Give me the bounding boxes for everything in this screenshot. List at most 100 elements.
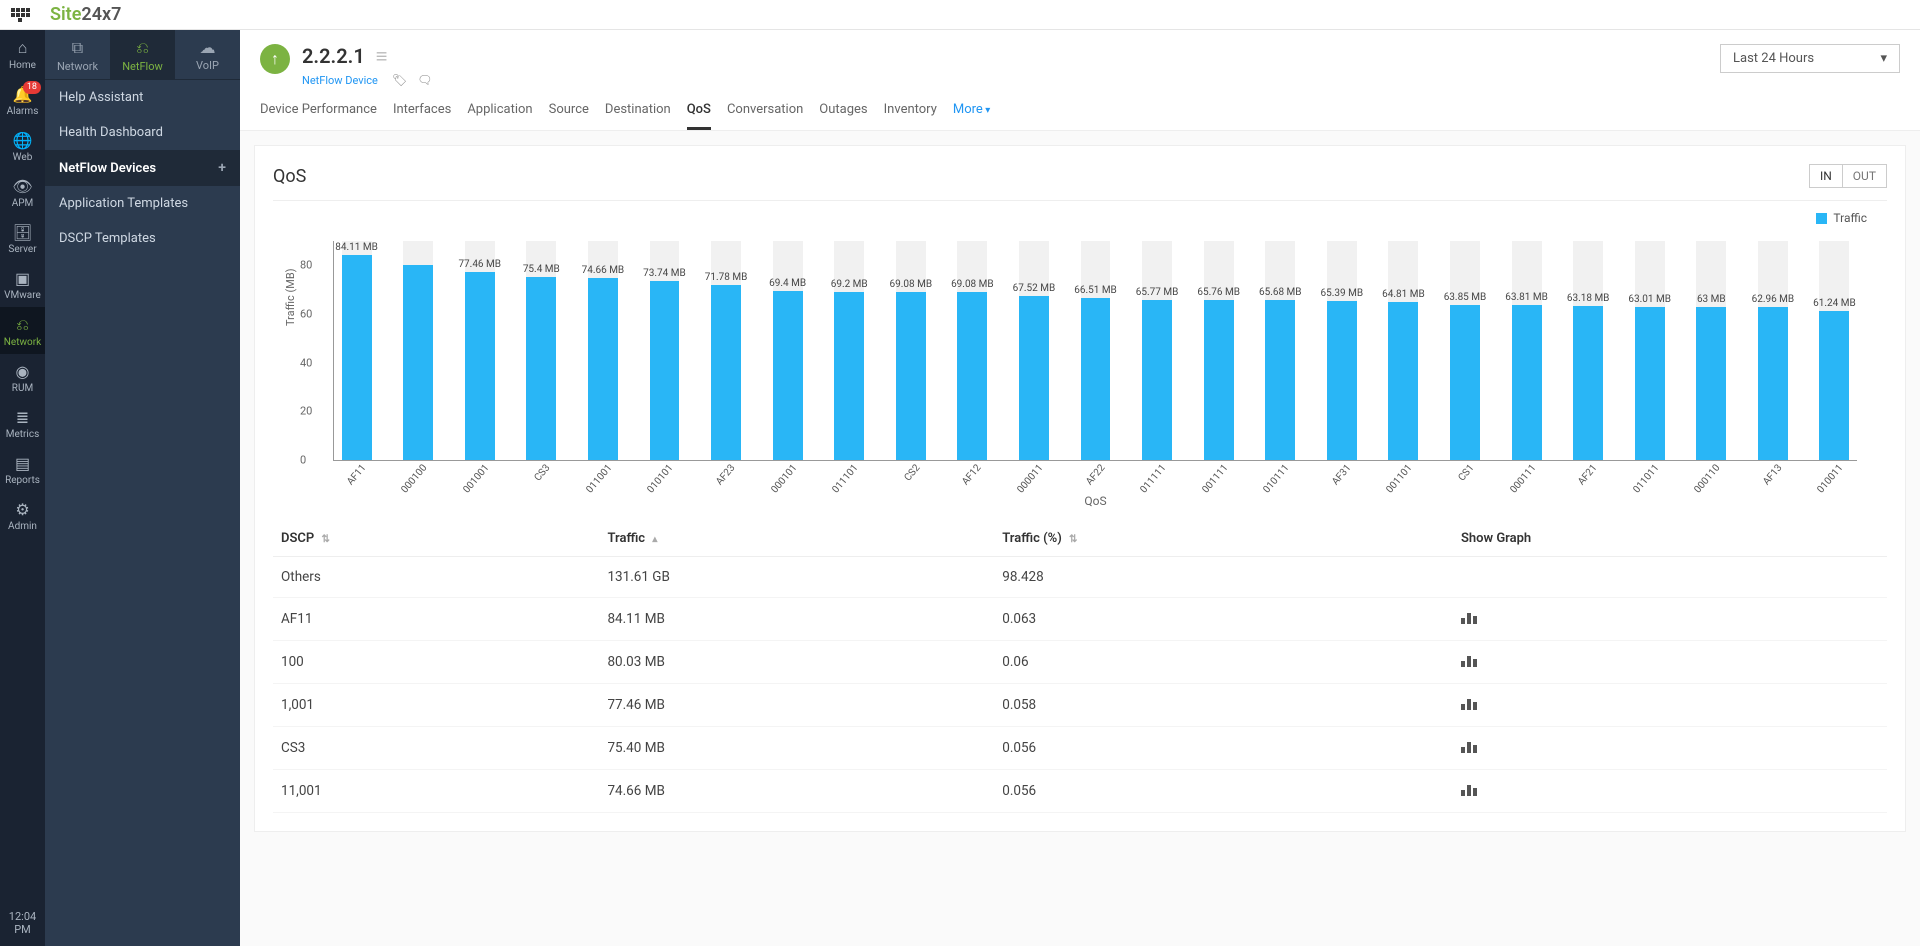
bar-AF13[interactable]: 62.96 MBAF13 (1758, 241, 1788, 460)
nav-metrics[interactable]: ≣Metrics (0, 400, 45, 446)
show-graph-icon[interactable] (1461, 610, 1477, 624)
tab-conversation[interactable]: Conversation (727, 102, 803, 130)
nav-rum[interactable]: ◉RUM (0, 354, 45, 400)
show-graph-icon[interactable] (1461, 782, 1477, 796)
rum-icon: ◉ (0, 362, 45, 381)
sidebar-tabs: ⧉Network⎌NetFlow☁VoIP (45, 30, 240, 80)
x-tick-label: 011001 (584, 463, 614, 496)
in-button[interactable]: IN (1810, 165, 1842, 187)
apps-icon[interactable] (10, 5, 30, 25)
x-tick-label: 000110 (1693, 463, 1723, 496)
table-row: CS375.40 MB0.056 (273, 727, 1887, 770)
show-graph-icon[interactable] (1461, 653, 1477, 667)
tab-qos[interactable]: QoS (687, 102, 711, 130)
tab-device-performance[interactable]: Device Performance (260, 102, 377, 130)
nav-vmware[interactable]: ▣VMware (0, 261, 45, 307)
show-graph-icon[interactable] (1461, 696, 1477, 710)
bar-AF23[interactable]: 71.78 MBAF23 (711, 241, 741, 460)
nav-network[interactable]: ⎌Network (0, 307, 45, 354)
out-button[interactable]: OUT (1842, 165, 1886, 187)
reports-icon: ▤ (0, 454, 45, 473)
menu-dscp-templates[interactable]: DSCP Templates (45, 221, 240, 256)
tab-more[interactable]: More (953, 102, 990, 130)
col-traffic[interactable]: Traffic ▴ (599, 521, 994, 557)
bar-001101[interactable]: 64.81 MB001101 (1388, 241, 1418, 460)
bar-000111[interactable]: 63.81 MB000111 (1512, 241, 1542, 460)
tab-destination[interactable]: Destination (605, 102, 671, 130)
status-up-icon[interactable]: ↑ (260, 44, 290, 74)
cell-pct: 0.063 (994, 598, 1453, 641)
bar-000110[interactable]: 63 MB000110 (1696, 241, 1726, 460)
bar-AF11[interactable]: 84.11 MBAF11 (342, 241, 372, 460)
x-tick-label: 001111 (1200, 463, 1230, 496)
table-header-row: DSCP ⇅Traffic ▴Traffic (%) ⇅Show Graph (273, 521, 1887, 557)
col-show-graph[interactable]: Show Graph (1453, 521, 1887, 557)
menu-help-assistant[interactable]: Help Assistant (45, 80, 240, 115)
bar-010111[interactable]: 65.68 MB010111 (1265, 241, 1295, 460)
menu-netflow-devices[interactable]: NetFlow Devices+ (45, 150, 240, 186)
cell-dscp: 100 (273, 641, 599, 684)
admin-icon: ⚙ (0, 500, 45, 519)
tab-interfaces[interactable]: Interfaces (393, 102, 451, 130)
subtab-netflow[interactable]: ⎌NetFlow (110, 30, 175, 79)
bar-001111[interactable]: 65.76 MB001111 (1204, 241, 1234, 460)
bar-AF31[interactable]: 65.39 MBAF31 (1327, 241, 1357, 460)
bar-AF12[interactable]: 69.08 MBAF12 (957, 241, 987, 460)
bar-011101[interactable]: 69.2 MB011101 (834, 241, 864, 460)
bar-CS2[interactable]: 69.08 MBCS2 (896, 241, 926, 460)
nav-apm[interactable]: 👁APM (0, 169, 45, 215)
tab-outages[interactable]: Outages (819, 102, 867, 130)
cell-pct: 0.058 (994, 684, 1453, 727)
menu-application-templates[interactable]: Application Templates (45, 186, 240, 221)
tab-application[interactable]: Application (467, 102, 532, 130)
x-tick-label: AF13 (1761, 463, 1784, 488)
cell-dscp: Others (273, 557, 599, 598)
show-graph-icon[interactable] (1461, 739, 1477, 753)
page-title: 2.2.2.1 ≡ (302, 44, 432, 69)
sidebar-menu: Help AssistantHealth DashboardNetFlow De… (45, 80, 240, 256)
in-out-toggle[interactable]: IN OUT (1809, 164, 1887, 188)
device-type-link[interactable]: NetFlow Device (302, 74, 378, 87)
chart-container: Traffic (MB) 84.11 MBAF1100010077.46 MB0… (273, 225, 1887, 491)
network-icon: ⎌ (0, 315, 45, 335)
apm-icon: 👁 (0, 177, 45, 196)
menu-health-dashboard[interactable]: Health Dashboard (45, 115, 240, 150)
x-tick-label: AF31 (1330, 463, 1353, 488)
nav-admin[interactable]: ⚙Admin (0, 492, 45, 538)
bar-000100[interactable]: 000100 (403, 241, 433, 460)
bar-010011[interactable]: 61.24 MB010011 (1819, 241, 1849, 460)
bar-AF22[interactable]: 66.51 MBAF22 (1081, 241, 1111, 460)
x-tick-label: 011101 (831, 463, 861, 496)
timerange-select[interactable]: Last 24 Hours▾ (1720, 44, 1900, 73)
nav-alarms[interactable]: 🔔Alarms18 (0, 77, 45, 123)
brand-logo[interactable]: Site24x7 (50, 4, 121, 25)
nav-reports[interactable]: ▤Reports (0, 446, 45, 492)
subtab-voip[interactable]: ☁VoIP (175, 30, 240, 79)
detail-tabs: Device Performance Interfaces Application S… (260, 102, 1900, 130)
bar-011011[interactable]: 63.01 MB011011 (1635, 241, 1665, 460)
bar-011111[interactable]: 65.77 MB011111 (1142, 241, 1172, 460)
tag-icon[interactable]: 🏷 (392, 73, 407, 87)
x-tick-label: 000111 (1508, 463, 1538, 496)
menu-icon[interactable]: ≡ (376, 44, 388, 68)
tab-inventory[interactable]: Inventory (884, 102, 937, 130)
bar-000011[interactable]: 67.52 MB000011 (1019, 241, 1049, 460)
bar-CS1[interactable]: 63.85 MBCS1 (1450, 241, 1480, 460)
note-icon[interactable]: 🗨 (417, 73, 432, 87)
x-tick-label: AF21 (1576, 463, 1599, 488)
y-tick: 40 (300, 356, 312, 369)
sort-icon: ▴ (652, 534, 657, 545)
nav-server[interactable]: 🗄Server (0, 215, 45, 261)
bar-000101[interactable]: 69.4 MB000101 (773, 241, 803, 460)
col-traffic-[interactable]: Traffic (%) ⇅ (994, 521, 1453, 557)
x-tick-label: AF23 (714, 463, 737, 488)
bar-AF21[interactable]: 63.18 MBAF21 (1573, 241, 1603, 460)
x-tick-label: AF22 (1084, 463, 1107, 488)
nav-home[interactable]: ⌂Home (0, 30, 45, 77)
y-tick: 20 (300, 405, 312, 418)
nav-web[interactable]: 🌐Web (0, 123, 45, 169)
tab-source[interactable]: Source (549, 102, 589, 130)
add-icon[interactable]: + (218, 160, 226, 176)
subtab-network[interactable]: ⧉Network (45, 30, 110, 79)
col-dscp[interactable]: DSCP ⇅ (273, 521, 599, 557)
